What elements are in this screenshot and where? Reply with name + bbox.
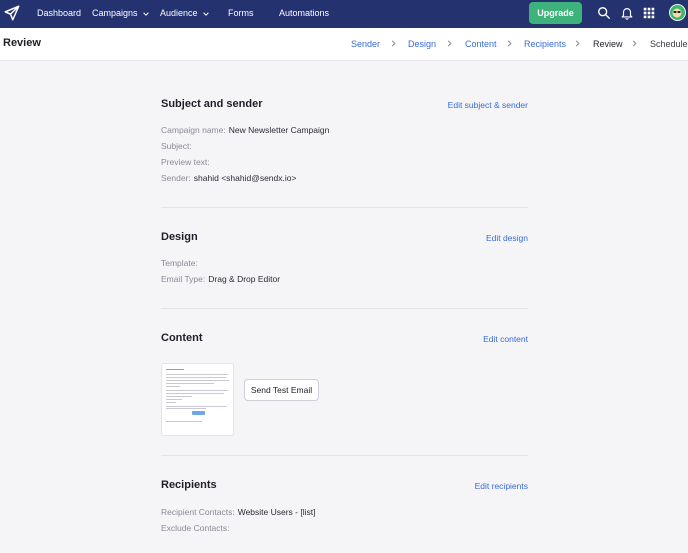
subject-row: Subject:	[161, 141, 192, 151]
thumbnail-cta-button	[192, 411, 205, 415]
nav-dashboard[interactable]: Dashboard	[37, 0, 81, 28]
nav-campaigns[interactable]: Campaigns	[92, 0, 150, 28]
page-title: Review	[3, 37, 41, 49]
nav-forms[interactable]: Forms	[228, 0, 254, 28]
design-section: Design Edit design Template: Email Type:…	[161, 230, 528, 290]
search-icon[interactable]	[597, 6, 611, 20]
content-section: Content Edit content Send Test Email	[161, 331, 528, 441]
upgrade-button[interactable]: Upgrade	[529, 2, 582, 24]
exclude-contacts-row: Exclude Contacts:	[161, 523, 230, 533]
template-row: Template:	[161, 258, 198, 268]
section-divider	[161, 455, 528, 456]
nav-audience[interactable]: Audience	[160, 0, 210, 28]
step-content[interactable]: Content	[465, 39, 497, 49]
step-sender[interactable]: Sender	[351, 39, 380, 49]
step-schedule[interactable]: Schedule	[650, 39, 688, 49]
section-title: Content	[161, 332, 203, 344]
bell-icon[interactable]	[620, 6, 634, 20]
chevron-down-icon	[203, 12, 209, 16]
email-type-row: Email Type: Drag & Drop Editor	[161, 274, 281, 284]
recipients-section: Recipients Edit recipients Recipient Con…	[161, 478, 528, 538]
send-test-email-button[interactable]: Send Test Email	[244, 379, 319, 401]
step-design[interactable]: Design	[408, 39, 436, 49]
user-avatar[interactable]	[669, 4, 686, 21]
section-title: Subject and sender	[161, 98, 263, 110]
section-title: Design	[161, 231, 198, 243]
section-title: Recipients	[161, 479, 217, 491]
avatar-face-icon	[672, 8, 682, 18]
chevron-right-icon	[447, 40, 452, 47]
sender-row: Sender: shahid <shahid@sendx.io>	[161, 173, 297, 183]
edit-design-link[interactable]: Edit design	[486, 233, 528, 243]
edit-recipients-link[interactable]: Edit recipients	[475, 481, 528, 491]
subject-sender-section: Subject and sender Edit subject & sender…	[161, 97, 528, 197]
step-review[interactable]: Review	[593, 39, 623, 49]
nav-automations[interactable]: Automations	[279, 0, 329, 28]
campaign-name-row: Campaign name: New Newsletter Campaign	[161, 125, 330, 135]
paper-plane-logo-icon[interactable]	[3, 4, 21, 22]
chevron-right-icon	[507, 40, 512, 47]
chevron-right-icon	[575, 40, 580, 47]
edit-content-link[interactable]: Edit content	[483, 334, 528, 344]
chevron-right-icon	[632, 40, 637, 47]
section-divider	[161, 308, 528, 309]
step-recipients[interactable]: Recipients	[524, 39, 566, 49]
section-divider	[161, 207, 528, 208]
email-preview-thumbnail[interactable]	[161, 363, 234, 436]
chevron-down-icon	[143, 12, 149, 16]
edit-subject-sender-link[interactable]: Edit subject & sender	[448, 100, 528, 110]
wizard-header: Review Sender Design Content Recipients …	[0, 28, 688, 61]
preview-text-row: Preview text:	[161, 157, 210, 167]
chevron-right-icon	[391, 40, 396, 47]
apps-grid-icon[interactable]	[642, 6, 656, 20]
recipient-contacts-row: Recipient Contacts: Website Users - [list…	[161, 507, 316, 517]
top-navigation-bar: Dashboard Campaigns Audience Forms Autom…	[0, 0, 688, 28]
